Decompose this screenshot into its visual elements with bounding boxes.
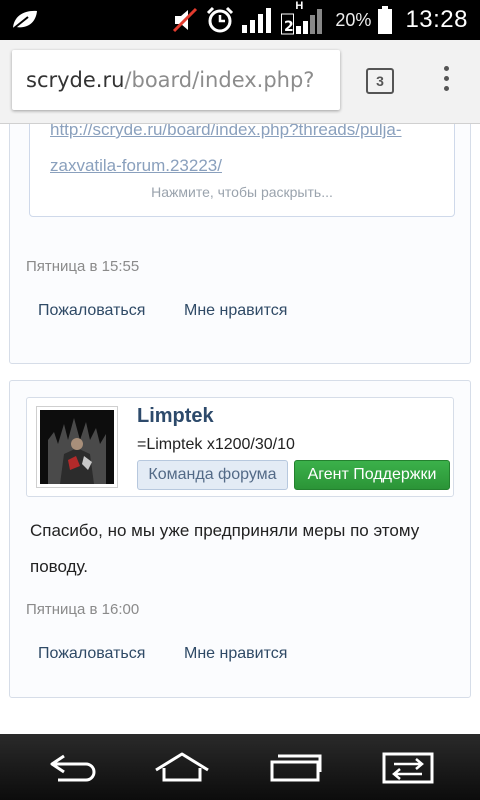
tab-switcher-button[interactable]: 3 <box>366 68 394 94</box>
overflow-menu-icon[interactable] <box>440 66 452 96</box>
mute-icon <box>173 7 198 33</box>
home-icon[interactable] <box>152 744 212 790</box>
report-link[interactable]: Пожаловаться <box>38 645 145 663</box>
url-domain: scryde.ru <box>26 68 125 92</box>
back-icon[interactable] <box>42 744 102 790</box>
quote-block[interactable]: http://scryde.ru/board/index.php?threads… <box>29 124 455 217</box>
alarm-icon <box>207 6 234 33</box>
url-bar[interactable]: scryde.ru/board/index.php? <box>12 50 340 110</box>
switch-windows-icon[interactable] <box>378 744 438 790</box>
like-link[interactable]: Мне нравится <box>184 645 287 663</box>
clock: 13:28 <box>405 6 468 33</box>
navigation-bar <box>0 734 480 800</box>
badge-support-agent: Агент Поддержки <box>294 460 450 490</box>
user-title: =Limptek x1200/30/10 <box>137 436 295 453</box>
forum-post: Limptek =Limptek x1200/30/10 Команда фор… <box>9 380 471 698</box>
svg-text:2: 2 <box>284 19 294 35</box>
quote-link-line-1[interactable]: http://scryde.ru/board/index.php?threads… <box>50 124 402 140</box>
battery-percent: 20% <box>335 9 372 30</box>
post-message: Спасибо, но мы уже предприняли меры по э… <box>30 521 420 576</box>
status-icons: H 2 20% 13:28 <box>171 0 468 40</box>
report-link[interactable]: Пожаловаться <box>38 302 145 320</box>
user-info-block: Limptek =Limptek x1200/30/10 Команда фор… <box>26 397 454 497</box>
recent-apps-icon[interactable] <box>266 744 326 790</box>
quote-expand-link[interactable]: Нажмите, чтобы раскрыть... <box>30 184 454 200</box>
signal-h-icon: H 2 <box>281 0 325 38</box>
status-bar: H 2 20% 13:28 <box>0 0 480 40</box>
post-date[interactable]: Пятница в 16:00 <box>26 601 139 618</box>
tab-count-label: 3 <box>376 73 384 89</box>
quote-link-line-2[interactable]: zaxvatila-forum.23223/ <box>50 156 222 176</box>
url-path: /board/index.php? <box>124 68 315 92</box>
app-leaf-icon <box>12 10 37 30</box>
browser-toolbar: scryde.ru/board/index.php? 3 <box>0 40 480 124</box>
signal-icon <box>242 8 272 33</box>
like-link[interactable]: Мне нравится <box>184 302 287 320</box>
forum-post-previous: http://scryde.ru/board/index.php?threads… <box>9 124 471 364</box>
battery-icon <box>378 6 393 34</box>
username-link[interactable]: Limptek <box>137 405 214 428</box>
avatar-image <box>40 410 114 484</box>
page-content: http://scryde.ru/board/index.php?threads… <box>0 124 480 734</box>
badge-forum-team: Команда форума <box>137 460 288 490</box>
post-date[interactable]: Пятница в 15:55 <box>26 258 139 275</box>
avatar[interactable] <box>36 406 118 488</box>
